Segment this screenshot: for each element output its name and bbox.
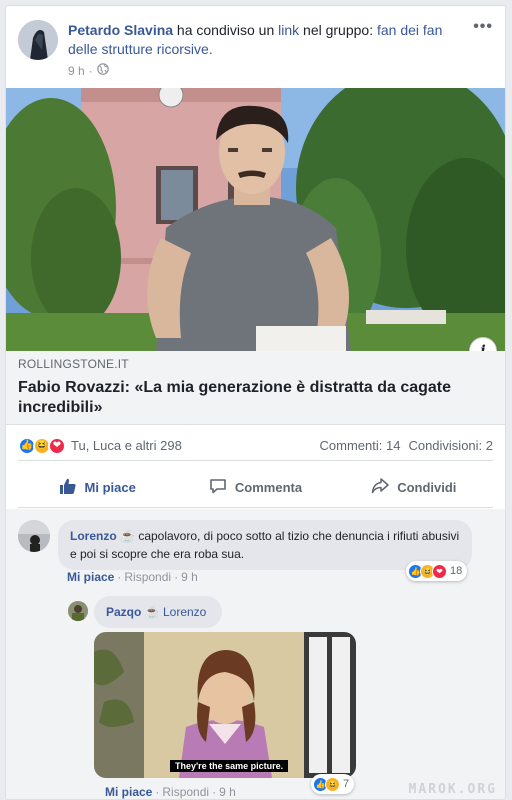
watermark: MAROK.ORG: [408, 782, 497, 797]
post-time[interactable]: 9 h: [68, 64, 85, 78]
share-icon: [371, 477, 389, 498]
globe-icon: [96, 63, 109, 78]
gif-caption: They're the same picture.: [170, 760, 289, 772]
author-avatar[interactable]: [18, 20, 58, 60]
comments-count[interactable]: Commenti: 14: [320, 438, 401, 453]
group-prefix: nel gruppo:: [299, 22, 377, 38]
reply-time[interactable]: 9 h: [219, 785, 236, 799]
love-reaction-icon: ❤: [48, 436, 66, 455]
reply-reply-link[interactable]: Rispondi: [162, 785, 209, 799]
more-options-icon[interactable]: •••: [473, 18, 493, 36]
post-actions: Mi piace Commenta Condividi: [18, 468, 493, 508]
reply-reactions[interactable]: 👍 😆 7: [311, 774, 355, 794]
comment-reply-link[interactable]: Rispondi: [124, 570, 171, 584]
post-header-text: Petardo Slavina ha condiviso un link nel…: [68, 21, 458, 59]
link-domain: ROLLINGSTONE.IT: [18, 357, 129, 371]
reply-like-link[interactable]: Mi piace: [105, 785, 152, 799]
reaction-icons[interactable]: 👍 😆 ❤: [18, 436, 66, 455]
reply-meta: Mi piace · Rispondi · 9 h: [105, 785, 236, 799]
comment-button[interactable]: Commenta: [176, 468, 334, 507]
reply-mention[interactable]: Lorenzo: [163, 605, 206, 619]
author-name[interactable]: Petardo Slavina: [68, 22, 173, 38]
post-card: Petardo Slavina ha condiviso un link nel…: [5, 5, 506, 800]
commenter-avatar[interactable]: [18, 520, 50, 552]
reply-avatar[interactable]: [68, 601, 88, 621]
post-meta: 9 h ·: [68, 63, 109, 78]
thumbs-up-icon: [59, 477, 77, 498]
shares-count[interactable]: Condivisioni: 2: [408, 438, 493, 453]
link-preview-box[interactable]: ROLLINGSTONE.IT Fabio Rovazzi: «La mia g…: [6, 351, 505, 425]
comment-time[interactable]: 9 h: [181, 570, 198, 584]
comment-reaction-count: 18: [450, 565, 463, 577]
comment-meta: Mi piace · Rispondi · 9 h: [67, 570, 198, 584]
like-label: Mi piace: [84, 480, 136, 495]
post-stats: 👍 😆 ❤ Tu, Luca e altri 298 Commenti: 14 …: [18, 431, 493, 461]
like-button[interactable]: Mi piace: [18, 468, 176, 507]
link-title[interactable]: Fabio Rovazzi: «La mia generazione è dis…: [18, 378, 493, 418]
haha-reaction-icon: 😆: [325, 776, 340, 792]
reply-author[interactable]: Pazqo: [106, 605, 141, 619]
comment-label: Commenta: [234, 480, 303, 495]
post-header: Petardo Slavina ha condiviso un link nel…: [18, 18, 495, 80]
coffee-icon: ☕: [144, 605, 160, 619]
link-preview-image[interactable]: [6, 88, 505, 351]
reply-bubble: Pazqo ☕ Lorenzo: [94, 596, 223, 628]
share-label: Condividi: [397, 480, 457, 495]
link-word[interactable]: link: [278, 22, 299, 38]
share-button[interactable]: Condividi: [335, 468, 493, 507]
comment-icon: [209, 477, 227, 498]
love-reaction-icon: ❤: [432, 563, 447, 579]
reaction-names[interactable]: Tu, Luca e altri 298: [71, 438, 182, 453]
comments-section: Lorenzo ☕ capolavoro, di poco sotto al t…: [6, 509, 505, 799]
comment-author[interactable]: Lorenzo: [70, 529, 117, 543]
reply-gif[interactable]: They're the same picture.: [94, 632, 356, 778]
coffee-icon: ☕: [120, 529, 135, 543]
action-text: ha condiviso un: [173, 22, 279, 38]
reply-reaction-count: 7: [343, 778, 350, 790]
comment-reactions[interactable]: 👍 😆 ❤ 18: [406, 561, 468, 581]
comment-like-link[interactable]: Mi piace: [67, 570, 114, 584]
